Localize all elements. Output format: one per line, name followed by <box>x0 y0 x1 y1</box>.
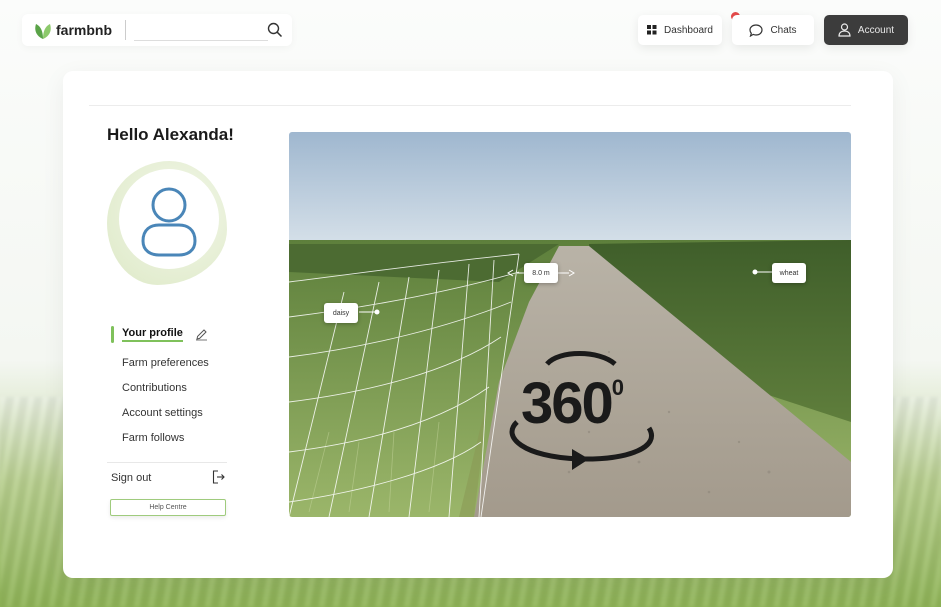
360-number: 360 <box>521 371 614 436</box>
greeting-heading: Hello Alexanda! <box>107 125 234 144</box>
dashboard-button[interactable]: Dashboard <box>638 15 722 45</box>
360-degree-mark: 0 <box>611 375 624 400</box>
dashboard-label: Dashboard <box>664 24 713 36</box>
divider <box>89 105 851 106</box>
divider <box>107 462 227 463</box>
header-search-bar: farmbnb <box>22 14 292 46</box>
chats-button[interactable]: Chats <box>732 15 814 45</box>
logout-icon[interactable] <box>212 470 225 484</box>
menu-item-contributions[interactable]: Contributions <box>122 382 187 394</box>
crop-tag-daisy[interactable]: daisy <box>324 303 358 323</box>
brand-name[interactable]: farmbnb <box>56 22 112 38</box>
chats-label: Chats <box>770 24 797 36</box>
account-button[interactable]: Account <box>824 15 908 45</box>
menu-item-your-profile[interactable]: Your profile <box>122 327 183 342</box>
edit-pencil-icon[interactable] <box>195 328 208 341</box>
user-avatar-icon <box>141 187 197 257</box>
farm-360-viewer[interactable]: 8.0 m daisy wheat 3600 <box>289 132 851 517</box>
distance-tag[interactable]: 8.0 m <box>524 263 558 283</box>
user-icon <box>838 23 851 37</box>
menu-item-farm-follows[interactable]: Farm follows <box>122 432 184 444</box>
avatar-circle <box>119 169 219 269</box>
farm-road-photo <box>289 132 851 517</box>
crop-tag-wheat[interactable]: wheat <box>772 263 806 283</box>
account-label: Account <box>857 24 895 36</box>
avatar[interactable] <box>107 161 227 285</box>
chat-bubble-icon <box>749 23 764 37</box>
active-indicator <box>111 326 114 343</box>
dashboard-grid-icon <box>647 25 657 35</box>
360-badge-text: 3600 <box>521 375 624 433</box>
menu-item-farm-preferences[interactable]: Farm preferences <box>122 357 209 369</box>
profile-card: Hello Alexanda! Your profile Farm prefer… <box>63 71 893 578</box>
sign-out-link[interactable]: Sign out <box>111 472 151 484</box>
search-input[interactable] <box>134 20 268 41</box>
leaf-logo-icon <box>35 24 51 39</box>
help-centre-button[interactable]: Help Centre <box>110 499 226 516</box>
divider <box>125 20 126 40</box>
menu-item-account-settings[interactable]: Account settings <box>122 407 203 419</box>
search-icon[interactable] <box>267 22 283 38</box>
